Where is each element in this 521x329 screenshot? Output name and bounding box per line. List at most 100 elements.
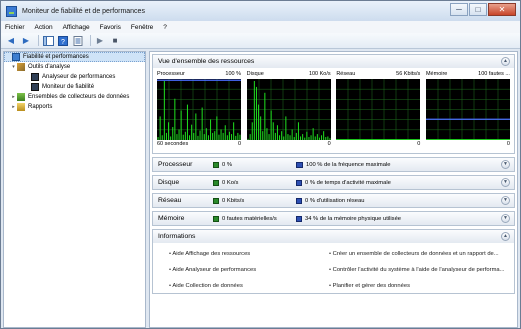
metric-value: 0 % d'utilisation réseau xyxy=(305,197,365,204)
disk-metrics: 0 Ko/s 0 % de temps d'activité maximale xyxy=(213,176,416,189)
window-controls: ─ □ ✕ xyxy=(449,3,516,16)
link-planifier-gerer-donnees[interactable]: Planifier et gérer des données xyxy=(329,283,519,289)
menu-fichier[interactable]: Fichier xyxy=(5,24,25,31)
maximize-button[interactable]: □ xyxy=(469,3,487,16)
graph-title: Mémoire xyxy=(425,71,448,77)
metric-value: 0 % de temps d'activité maximale xyxy=(305,179,391,186)
properties-icon[interactable] xyxy=(72,35,84,47)
menu-help[interactable]: ? xyxy=(163,24,167,31)
expand-chevron-icon[interactable]: ▼ xyxy=(501,178,510,187)
disk-graph: Disque 100 Ko/s 0 xyxy=(246,71,331,149)
hard-faults: 0 fautes matérielles/s xyxy=(213,215,296,222)
title-bar[interactable]: Moniteur de fiabilité et de performances… xyxy=(1,1,520,21)
graph-min: 0 xyxy=(327,141,331,147)
memory-header[interactable]: Mémoire 0 fautes matérielles/s 34 % de l… xyxy=(153,212,514,225)
graph-min: 0 xyxy=(237,141,241,147)
tree-item-outils-analyse[interactable]: ▾ Outils d'analyse xyxy=(4,62,145,72)
tree-item-moniteur-fiabilite[interactable]: Moniteur de fiabilité xyxy=(4,82,145,92)
app-icon xyxy=(6,5,17,17)
physical-memory-used: 34 % de la mémoire physique utilisée xyxy=(296,215,416,222)
link-aide-affichage-ressources[interactable]: Aide Affichage des ressources xyxy=(169,251,329,257)
tree-item-label: Rapports xyxy=(28,104,53,110)
information-header[interactable]: Informations ▲ xyxy=(153,230,514,243)
section-title: Processeur xyxy=(158,161,193,168)
green-square-icon xyxy=(213,179,219,186)
processor-section: Processeur 0 % 100 % de la fréquence max… xyxy=(152,157,515,172)
network-graph: Réseau 56 Kbits/s 0 xyxy=(336,71,421,149)
tree-item-label: Ensembles de collecteurs de données xyxy=(28,94,130,100)
graph-max: 56 Kbits/s xyxy=(396,71,421,77)
graph-title: Disque xyxy=(246,71,264,77)
resource-overview-header[interactable]: Vue d'ensemble des ressources ▲ xyxy=(153,55,514,68)
link-aide-analyseur-performances[interactable]: Aide Analyseur de performances xyxy=(169,267,329,273)
section-title: Disque xyxy=(158,179,180,186)
memory-metrics: 0 fautes matérielles/s 34 % de la mémoir… xyxy=(213,212,416,225)
graph-time-span: 60 secondes xyxy=(157,141,189,147)
link-aide-collection-donnees[interactable]: Aide Collection de données xyxy=(169,283,329,289)
disk-graph-canvas xyxy=(246,79,331,140)
svg-text:?: ? xyxy=(61,39,65,46)
section-title: Réseau xyxy=(158,197,182,204)
cpu-graph: Processeur 100 % 60 secondes 0 xyxy=(157,71,241,149)
metric-value: 0 % xyxy=(222,161,232,168)
graph-max: 100 % xyxy=(225,71,241,77)
network-utilization: 0 % d'utilisation réseau xyxy=(296,197,416,204)
resource-overview-panel: Vue d'ensemble des ressources ▲ Processe… xyxy=(152,54,515,154)
expand-chevron-icon[interactable]: ▼ xyxy=(501,214,510,223)
expand-arrow-icon[interactable]: ▸ xyxy=(10,104,17,110)
metric-value: 100 % de la fréquence maximale xyxy=(306,161,391,168)
reports-icon xyxy=(17,103,25,111)
toolbar-separator xyxy=(38,35,39,46)
metric-value: 34 % de la mémoire physique utilisée xyxy=(305,215,402,222)
minimize-button[interactable]: ─ xyxy=(450,3,468,16)
network-header[interactable]: Réseau 0 Kbits/s 0 % d'utilisation résea… xyxy=(153,194,514,207)
menu-affichage[interactable]: Affichage xyxy=(63,24,90,31)
disk-io: 0 Ko/s xyxy=(213,179,296,186)
collapse-chevron-icon[interactable]: ▲ xyxy=(501,57,510,66)
green-square-icon xyxy=(213,215,219,222)
section-title: Informations xyxy=(158,233,196,240)
expand-chevron-icon[interactable]: ▼ xyxy=(501,160,510,169)
back-arrow-icon[interactable]: ◀ xyxy=(5,35,17,47)
menu-fenetre[interactable]: Fenêtre xyxy=(131,24,153,31)
graph-min: 0 xyxy=(417,141,421,147)
graph-min: 0 xyxy=(506,141,510,147)
tree-item-rapports[interactable]: ▸ Rapports xyxy=(4,102,145,112)
tree-item-fiabilite-performances[interactable]: Fiabilité et performances xyxy=(4,52,145,62)
link-creer-ensemble-collecteurs[interactable]: Créer un ensemble de collecteurs de donn… xyxy=(329,251,519,257)
green-square-icon xyxy=(213,197,219,204)
collapse-arrow-icon[interactable]: ▾ xyxy=(10,64,17,70)
tree-item-ensembles-collecteurs[interactable]: ▸ Ensembles de collecteurs de données xyxy=(4,92,145,102)
tree-item-analyseur-performances[interactable]: Analyseur de performances xyxy=(4,72,145,82)
graph-title: Réseau xyxy=(336,71,356,77)
link-controler-activite-systeme[interactable]: Contrôler l'activité du système à l'aide… xyxy=(329,267,519,273)
menu-favoris[interactable]: Favoris xyxy=(100,24,121,31)
stop-icon[interactable]: ■ xyxy=(109,35,121,47)
cpu-usage: 0 % xyxy=(213,161,296,168)
collapse-chevron-icon[interactable]: ▲ xyxy=(501,232,510,241)
panel-title: Vue d'ensemble des ressources xyxy=(158,58,255,65)
disk-header[interactable]: Disque 0 Ko/s 0 % de temps d'activité ma… xyxy=(153,176,514,189)
menu-bar: Fichier Action Affichage Favoris Fenêtre… xyxy=(1,21,520,33)
expand-arrow-icon[interactable]: ▸ xyxy=(10,94,17,100)
green-square-icon xyxy=(213,161,219,168)
expand-chevron-icon[interactable]: ▼ xyxy=(501,196,510,205)
metric-value: 0 fautes matérielles/s xyxy=(222,215,277,222)
console-tree-icon[interactable] xyxy=(42,35,54,47)
memory-graph: Mémoire 100 fautes ... 0 xyxy=(425,71,510,149)
metric-value: 0 Kbits/s xyxy=(222,197,245,204)
forward-arrow-icon[interactable]: ▶ xyxy=(20,35,32,47)
graph-title: Processeur xyxy=(157,71,185,77)
tree-item-label: Moniteur de fiabilité xyxy=(42,84,95,90)
information-links: Aide Affichage des ressources Créer un e… xyxy=(153,243,514,293)
help-icon[interactable]: ? xyxy=(57,35,69,47)
network-graph-canvas xyxy=(336,79,421,140)
play-icon[interactable]: ▶ xyxy=(94,35,106,47)
close-button[interactable]: ✕ xyxy=(488,3,516,16)
menu-action[interactable]: Action xyxy=(35,24,53,31)
network-section: Réseau 0 Kbits/s 0 % d'utilisation résea… xyxy=(152,193,515,208)
graph-max: 100 fautes ... xyxy=(478,71,510,77)
processor-header[interactable]: Processeur 0 % 100 % de la fréquence max… xyxy=(153,158,514,171)
tools-icon xyxy=(17,63,25,71)
processor-metrics: 0 % 100 % de la fréquence maximale xyxy=(213,158,416,171)
